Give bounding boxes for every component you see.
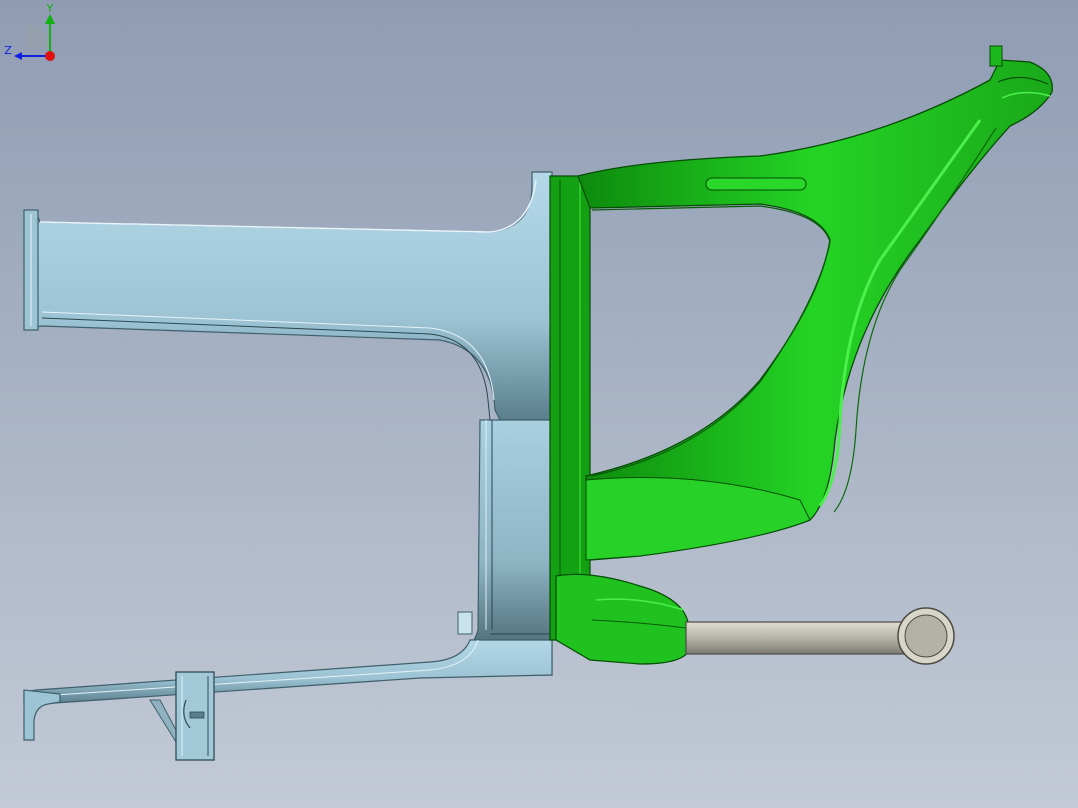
model-render[interactable] — [0, 0, 1078, 808]
lower-clamp[interactable] — [175, 671, 215, 761]
graphics-viewport[interactable]: Y Z — [0, 0, 1078, 808]
triad-y-label: Y — [46, 2, 54, 15]
c-frame[interactable] — [23, 171, 553, 744]
green-bracket[interactable] — [549, 45, 1053, 665]
triad-z-label: Z — [4, 44, 12, 57]
rod[interactable] — [685, 607, 955, 665]
coordinate-triad: Y Z — [4, 2, 55, 61]
